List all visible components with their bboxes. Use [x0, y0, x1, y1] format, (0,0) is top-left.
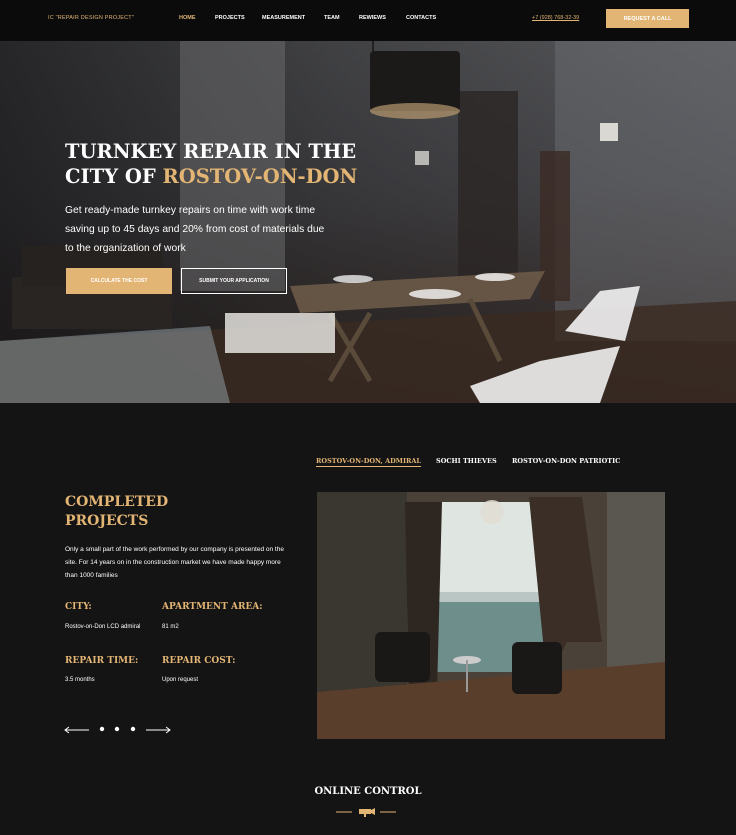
section-title-line2: PROJECTS [65, 513, 149, 529]
nav-contacts[interactable]: CONTACTS [406, 15, 436, 21]
arrow-right-icon[interactable] [146, 726, 171, 734]
area-value: 81 m2 [162, 624, 179, 630]
nav-projects[interactable]: PROJECTS [215, 15, 245, 21]
hero-subtitle: Get ready-made turnkey repairs on time w… [65, 205, 325, 254]
calculate-cost-button[interactable]: CALCULATE THE COST [66, 268, 172, 294]
hero-title-accent: ROSTOV-ON-DON [162, 165, 358, 188]
time-value: 3.5 months [65, 677, 95, 683]
slider-dot-1[interactable] [99, 726, 105, 732]
nav-reviews[interactable]: REWIEWS [359, 15, 386, 21]
project-photo [317, 492, 665, 739]
tab-rostov-admiral[interactable]: ROSTOV-ON-DON, ADMIRAL [316, 457, 421, 467]
arrow-left-icon[interactable] [64, 726, 89, 734]
online-control-title: ONLINE CONTROL [314, 786, 422, 797]
area-label: APARTMENT AREA: [162, 602, 263, 612]
hero-section: TURNKEY REPAIR IN THE CITY OF ROSTOV-ON-… [0, 41, 736, 403]
submit-application-button[interactable]: SUBMIT YOUR APPLICATION [181, 268, 287, 294]
cost-value: Upon request [162, 677, 199, 683]
section-title: COMPLETED PROJECTS [65, 493, 168, 531]
projects-section: ROSTOV-ON-DON, ADMIRAL SOCHI THIEVES ROS… [0, 403, 736, 835]
online-control-decoration [336, 808, 396, 817]
nav-home[interactable]: HOME [179, 15, 196, 21]
hero-title-prefix: CITY OF [65, 165, 156, 188]
project-photo-image [317, 492, 665, 739]
hero-title: TURNKEY REPAIR IN THE CITY OF ROSTOV-ON-… [65, 139, 357, 189]
section-description: Only a small part of the work performed … [65, 546, 284, 579]
phone-link[interactable]: +7 (928) 768-32-39 [532, 15, 579, 21]
tab-rostov-patriotic[interactable]: ROSTOV-ON-DON PATRIOTIC [512, 457, 620, 465]
nav-team[interactable]: TEAM [324, 15, 340, 21]
site-header: IC "REPAIR DESIGN PROJECT" HOME PROJECTS… [0, 0, 736, 41]
logo[interactable]: IC "REPAIR DESIGN PROJECT" [48, 15, 134, 21]
request-call-button[interactable]: REQUEST A CALL [606, 9, 689, 28]
slider-dot-3[interactable] [130, 726, 136, 732]
camera-icon [359, 808, 375, 817]
city-label: CITY: [65, 602, 92, 612]
tab-sochi-thieves[interactable]: SOCHI THIEVES [436, 457, 497, 465]
section-title-line1: COMPLETED [65, 494, 169, 510]
slider-dot-2[interactable] [114, 726, 120, 732]
city-value: Rostov-on-Don LCD admiral [65, 624, 141, 630]
time-label: REPAIR TIME: [65, 656, 139, 666]
hero-title-line1: TURNKEY REPAIR IN THE [65, 140, 357, 163]
nav-measurement[interactable]: MEASUREMENT [262, 15, 305, 21]
cost-label: REPAIR COST: [162, 656, 236, 666]
project-slider-controls [64, 726, 171, 734]
